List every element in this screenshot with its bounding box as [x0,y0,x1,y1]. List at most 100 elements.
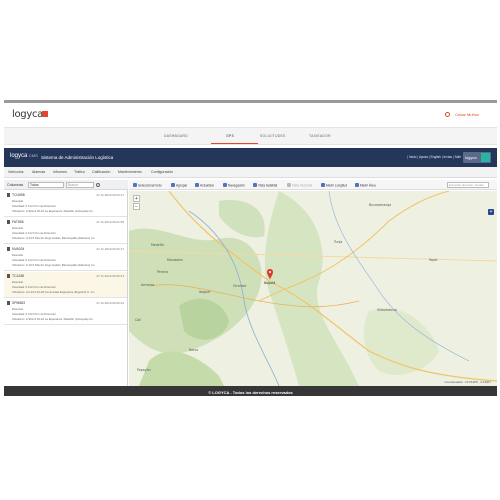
vehicle-status: Detenido [12,307,24,311]
vehicle-plate: NVA024 [12,247,25,251]
vehicle-search-input[interactable]: Buscar [66,182,94,188]
vehicle-date: 27-11-2019 09:22:17 [96,247,124,251]
vehicle-plate: TCJ438 [12,274,24,278]
vehicle-location: Ubicación: cl 9bis # 20-42 La Esperanza,… [12,317,93,321]
refresh-button[interactable]: Actualizar [195,183,214,188]
logyca-logo: logyca [12,109,43,120]
vehicle-location: Ubicación: cl 9bis # 20-42 La Esperanza,… [12,209,93,213]
map-label-pereira: Pereira [157,270,168,274]
vehicle-item[interactable]: NVA024 27-11-2019 09:22:17 Detenido Velo… [4,245,127,271]
app-window: logyca Cesar Muñoz DASHBOARD GPS SOLICIT… [4,100,497,396]
vehicle-status: Detenido [12,199,24,203]
map-label-neiva: Neiva [189,348,198,352]
vehicle-item[interactable]: TCU658 27-11-2019 09:23:17 Detenido Velo… [4,191,127,217]
menu-vehiculos[interactable]: Vehículos [8,170,24,174]
address-search-input[interactable]: Encontrar dirección, Ciudad [447,182,489,188]
vehicle-speed: Velocidad: 0 Km/h Km de Dirección [12,258,56,262]
map-expand-button[interactable]: + [488,209,494,215]
vector-icon [287,183,291,187]
vehicle-date: 27-11-2019 09:20:22 [96,301,124,305]
vehicle-status: Detenido [12,280,24,284]
vehicle-item[interactable]: FAT856 27-11-2019 09:21:50 Detenido Velo… [4,218,127,244]
truck-icon [7,247,10,251]
vehicle-item[interactable]: SPM683 27-11-2019 09:20:22 Detenido Velo… [4,299,127,325]
header-links[interactable]: | Inicio | Ayuda | English | Invías | Sa… [407,155,461,159]
vehicle-plate: SPM683 [12,301,26,305]
tab-solicitudes[interactable]: SOLICITUDES [260,134,286,138]
logo-square-icon [42,111,48,117]
map-label-bucaramanga: Bucaramanga [369,203,391,207]
vehicle-plate: FAT856 [12,220,24,224]
vehicle-speed: Velocidad: 0 Km/h Km de Dirección [12,312,56,316]
map-label-cali: Cali [135,318,141,322]
menu-trafico[interactable]: Tráfico [74,170,85,174]
main-tabs: DASHBOARD GPS SOLICITUDES TAXIEADOR [4,127,497,145]
measure-area-button[interactable]: Medir Área [355,183,376,188]
map-label-ibague: Ibagué [199,290,210,294]
menu-alarmas[interactable]: Alarmas [32,170,45,174]
footer-copyright: © LOGYCA - Todos los derechos reservados [208,390,293,395]
vehicle-location: Ubicación: cl 19 # 18a-34 Jorge Gaitán, … [12,236,95,240]
user-icon [445,112,450,117]
map-label-popayan: Popayán [137,368,151,372]
map-label-yopal: Yopal [429,258,437,262]
filter-bar: Columnas Todas Buscar [4,180,128,190]
filter-label: Columnas [7,183,24,187]
app-logo: logyca CMS [10,153,38,159]
tab-gps[interactable]: GPS [226,134,234,138]
map-coordinates: Coordenadas: -72.51355 , 4.13307 [444,380,491,384]
tab-dashboard[interactable]: DASHBOARD [164,134,188,138]
refresh-icon [195,183,199,187]
vehicle-plate: TCU658 [12,193,25,197]
select-all-button[interactable]: Seleccionar todo [133,183,162,188]
active-tab-indicator [211,143,258,144]
filter-select[interactable]: Todas [28,182,64,188]
vehicle-speed: Velocidad: 0 Km/h Km de Dirección [12,285,56,289]
footer: © LOGYCA - Todos los derechos reservados [4,386,497,396]
vehicle-speed: Velocidad: 0 Km/h Km de Dirección [12,231,56,235]
ruler-icon [321,183,325,187]
zoom-in-button[interactable]: + [133,195,140,202]
map-pin-label: Bogotá [264,281,275,285]
app-header: logyca CMS Sistema de Administración Log… [4,148,497,167]
vehicle-item[interactable]: TCJ438 27-11-2019 09:20:41 Detenido Velo… [4,272,127,298]
map-label-medellin: Medellín [151,243,164,247]
menu-mantenimiento[interactable]: Mantenimiento [118,170,142,174]
logyca-badge: logyca [463,152,491,163]
vehicle-location: Ubicación: cra 34 # 23-18 Comunidad Espe… [12,290,95,294]
map-label-armenia: Armenia [141,283,154,287]
map-label-manizales: Manizales [167,258,183,262]
app-title: Sistema de Administración Logística [41,155,114,160]
tab-taxieador[interactable]: TAXIEADOR [309,134,331,138]
vehicle-date: 27-11-2019 09:20:41 [96,274,124,278]
satellite-view-button[interactable]: Vista Satelital [253,183,277,188]
user-link[interactable]: Cesar Muñoz [455,112,479,117]
vehicle-speed: Velocidad: 0 Km/h Km de Dirección [12,204,56,208]
map-toolbar: Seleccionar todo Agrupar Actualizar Nave… [129,180,497,190]
menu-configuracion[interactable]: Configuración [151,170,173,174]
badge-square-icon [481,153,490,162]
map-view[interactable]: Medellín Manizales Pereira Ibagué Tunja … [129,191,497,386]
vehicle-date: 27-11-2019 09:21:50 [96,220,124,224]
search-icon[interactable] [96,183,100,187]
truck-icon [7,301,10,305]
measure-length-button[interactable]: Medir Longitud [321,183,347,188]
vehicle-location: Ubicación: cl 19 # 18a-34 Jorge Gaitán, … [12,263,95,267]
vector-view-button[interactable]: Vista Vectorial [287,183,312,188]
menu-calificacion[interactable]: Calificación [92,170,110,174]
zoom-out-button[interactable]: − [133,203,140,210]
navigation-button[interactable]: Navegación [223,183,245,188]
map-canvas: Medellín Manizales Pereira Ibagué Tunja … [129,191,497,386]
vehicle-date: 27-11-2019 09:23:17 [96,193,124,197]
truck-icon [7,193,10,197]
select-all-icon [133,183,137,187]
vehicle-panel: Columnas Todas Buscar TCU658 27-11-2019 … [4,180,128,386]
group-icon [171,183,175,187]
area-icon [355,183,359,187]
group-button[interactable]: Agrupar [171,183,187,188]
menu-bar: Vehículos Alarmas Informes Tráfico Calif… [4,167,497,178]
truck-icon [7,274,10,278]
menu-informes[interactable]: Informes [53,170,67,174]
map-label-tunja: Tunja [333,240,342,244]
navigation-icon [223,183,227,187]
